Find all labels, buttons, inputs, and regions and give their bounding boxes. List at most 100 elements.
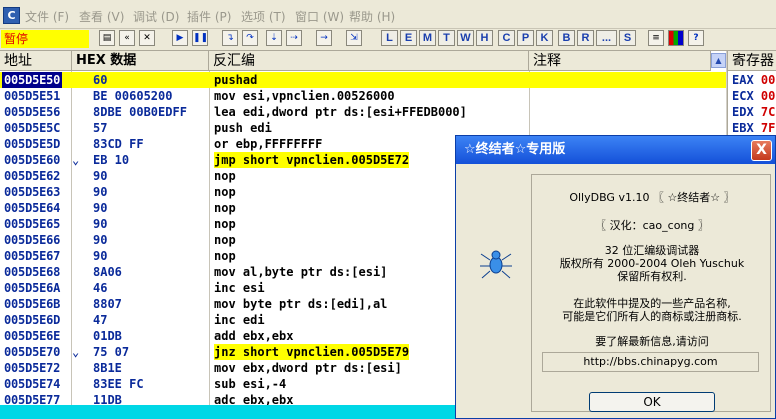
dialog-trademark-text-2: 可能是它们所有人的商标或注册商标. xyxy=(562,310,742,323)
list-icon[interactable]: ≡ xyxy=(648,30,664,46)
instruction-hex: 90 xyxy=(93,233,108,247)
goto-icon[interactable]: ⇲ xyxy=(346,30,362,46)
dialog-url-link[interactable]: http://bbs.chinapyg.com xyxy=(542,352,759,372)
cpu-button[interactable]: C xyxy=(498,30,515,46)
instruction-disassembly: mov al,byte ptr ds:[esi] xyxy=(214,265,388,279)
help-icon[interactable]: ? xyxy=(688,30,704,46)
register-ebx[interactable]: EBX 7F xyxy=(732,121,775,135)
instruction-disassembly: nop xyxy=(214,217,236,231)
dialog-close-button[interactable]: X xyxy=(751,140,772,161)
instruction-disassembly: mov ebx,dword ptr ds:[esi] xyxy=(214,361,402,375)
menu-help[interactable]: 帮助 (H) xyxy=(349,8,395,25)
instruction-hex: 8A06 xyxy=(93,265,122,279)
instruction-disassembly: nop xyxy=(214,185,236,199)
instruction-hex: 90 xyxy=(93,249,108,263)
instruction-disassembly: inc esi xyxy=(214,281,265,295)
windows-button[interactable]: W xyxy=(457,30,474,46)
column-hex[interactable]: HEX 数据 xyxy=(72,51,209,71)
instruction-hex: 60 xyxy=(93,73,108,87)
step-over-icon[interactable]: ↷ xyxy=(242,30,258,46)
execute-till-return-icon[interactable]: → xyxy=(316,30,332,46)
dialog-translator-text: 〖 汉化：cao_cong 〗 xyxy=(595,219,709,232)
instruction-address: 005D5E67 xyxy=(4,249,61,263)
step-into-icon[interactable]: ↴ xyxy=(222,30,238,46)
open-icon[interactable]: ▤ xyxy=(99,30,115,46)
pause-icon[interactable]: ❚❚ xyxy=(192,30,208,46)
instruction-address: 005D5E72 xyxy=(4,361,61,375)
instruction-disassembly: jmp short vpnclien.005D5E72 xyxy=(214,152,410,168)
instruction-address: 005D5E68 xyxy=(4,265,61,279)
menu-plugins[interactable]: 插件 (P) xyxy=(187,8,231,25)
instruction-hex: 47 xyxy=(93,313,108,327)
register-ecx[interactable]: ECX 00 xyxy=(732,89,775,103)
run-icon[interactable]: ▶ xyxy=(172,30,188,46)
trace-over-icon[interactable]: ⇢ xyxy=(286,30,302,46)
instruction-hex: 75 07 xyxy=(93,345,130,359)
patches-button[interactable]: P xyxy=(517,30,534,46)
threads-button[interactable]: T xyxy=(438,30,455,46)
register-header: 寄存器 xyxy=(728,51,776,71)
source-button[interactable]: S xyxy=(619,30,636,46)
scroll-up-arrow-icon[interactable]: ▲ xyxy=(711,53,726,68)
log-window-button[interactable]: L xyxy=(381,30,398,46)
breakpoints-button[interactable]: B xyxy=(558,30,575,46)
dialog-visit-text: 要了解最新信息,请访问 xyxy=(595,335,709,348)
instruction-hex: 83EE FC xyxy=(93,377,144,391)
dialog-rights-text: 保留所有权利. xyxy=(617,270,687,283)
instruction-disassembly: nop xyxy=(214,233,236,247)
references-button[interactable]: R xyxy=(577,30,594,46)
instruction-row[interactable]: 005D5E56 8DBE 00B0EDFF lea edi,dword ptr d… xyxy=(0,104,726,120)
app-icon[interactable]: C xyxy=(3,7,20,24)
jump-marker-icon: ⌄ xyxy=(72,153,80,167)
restart-icon[interactable]: « xyxy=(119,30,135,46)
appearance-icon[interactable]: . xyxy=(668,30,684,46)
instruction-address: 005D5E5C xyxy=(4,121,61,135)
menu-window[interactable]: 窗口 (W) xyxy=(295,8,344,25)
close-icon[interactable]: ✕ xyxy=(139,30,155,46)
memory-map-button[interactable]: M xyxy=(419,30,436,46)
instruction-hex: 90 xyxy=(93,169,108,183)
instruction-address: 005D5E66 xyxy=(4,233,61,247)
instruction-disassembly: pushad xyxy=(214,73,258,87)
instruction-row[interactable]: 005D5E50 60 pushad xyxy=(0,72,726,88)
executable-modules-button[interactable]: E xyxy=(400,30,417,46)
handles-button[interactable]: H xyxy=(476,30,493,46)
menu-file[interactable]: 文件 (F) xyxy=(25,8,69,25)
instruction-row[interactable]: 005D5E5C 57 push edi xyxy=(0,120,726,136)
menu-options[interactable]: 选项 (T) xyxy=(241,8,286,25)
column-address[interactable]: 地址 xyxy=(0,51,72,71)
menu-view[interactable]: 查看 (V) xyxy=(79,8,124,25)
instruction-hex: 46 xyxy=(93,281,108,295)
instruction-disassembly: mov byte ptr ds:[edi],al xyxy=(214,297,388,311)
instruction-disassembly: nop xyxy=(214,201,236,215)
dialog-title: ☆终结者☆专用版 xyxy=(456,136,775,164)
register-edx[interactable]: EDX 7C xyxy=(732,105,775,119)
menu-debug[interactable]: 调试 (D) xyxy=(133,8,179,25)
instruction-disassembly: or ebp,FFFFFFFF xyxy=(214,137,323,151)
run-trace-button[interactable]: ... xyxy=(596,30,617,46)
instruction-address: 005D5E64 xyxy=(4,201,61,215)
instruction-address: 005D5E50 xyxy=(2,72,63,88)
ok-button[interactable]: OK xyxy=(589,392,715,412)
instruction-hex: 01DB xyxy=(93,329,122,343)
dialog-body: OllyDBG v1.10 〖 ☆终结者☆ 〗 〖 汉化：cao_cong 〗 … xyxy=(531,174,771,412)
instruction-disassembly: add ebx,ebx xyxy=(214,329,294,343)
instruction-hex: 90 xyxy=(93,185,108,199)
instruction-address: 005D5E6A xyxy=(4,281,61,295)
instruction-disassembly: nop xyxy=(214,169,236,183)
instruction-address: 005D5E62 xyxy=(4,169,61,183)
column-comment[interactable]: 注释 xyxy=(529,51,711,71)
instruction-hex: 90 xyxy=(93,201,108,215)
instruction-address: 005D5E51 xyxy=(4,89,61,103)
instruction-row[interactable]: 005D5E51 BE 00605200 mov esi,vpnclien.0052… xyxy=(0,88,726,104)
instruction-address: 005D5E5D xyxy=(4,137,61,151)
instruction-disassembly: jnz short vpnclien.005D5E79 xyxy=(214,344,410,360)
call-stack-button[interactable]: K xyxy=(536,30,553,46)
instruction-disassembly: lea edi,dword ptr ds:[esi+FFEDB000] xyxy=(214,105,467,119)
toolbar: 暂停 ▤ « ✕ ▶ ❚❚ ↴ ↷ ⇣ ⇢ → ⇲ L E M T W H C … xyxy=(0,29,776,51)
trace-into-icon[interactable]: ⇣ xyxy=(266,30,282,46)
register-eax[interactable]: EAX 00 xyxy=(732,73,775,87)
instruction-disassembly: inc edi xyxy=(214,313,265,327)
column-disassembly[interactable]: 反汇编 xyxy=(209,51,529,71)
instruction-address: 005D5E65 xyxy=(4,217,61,231)
